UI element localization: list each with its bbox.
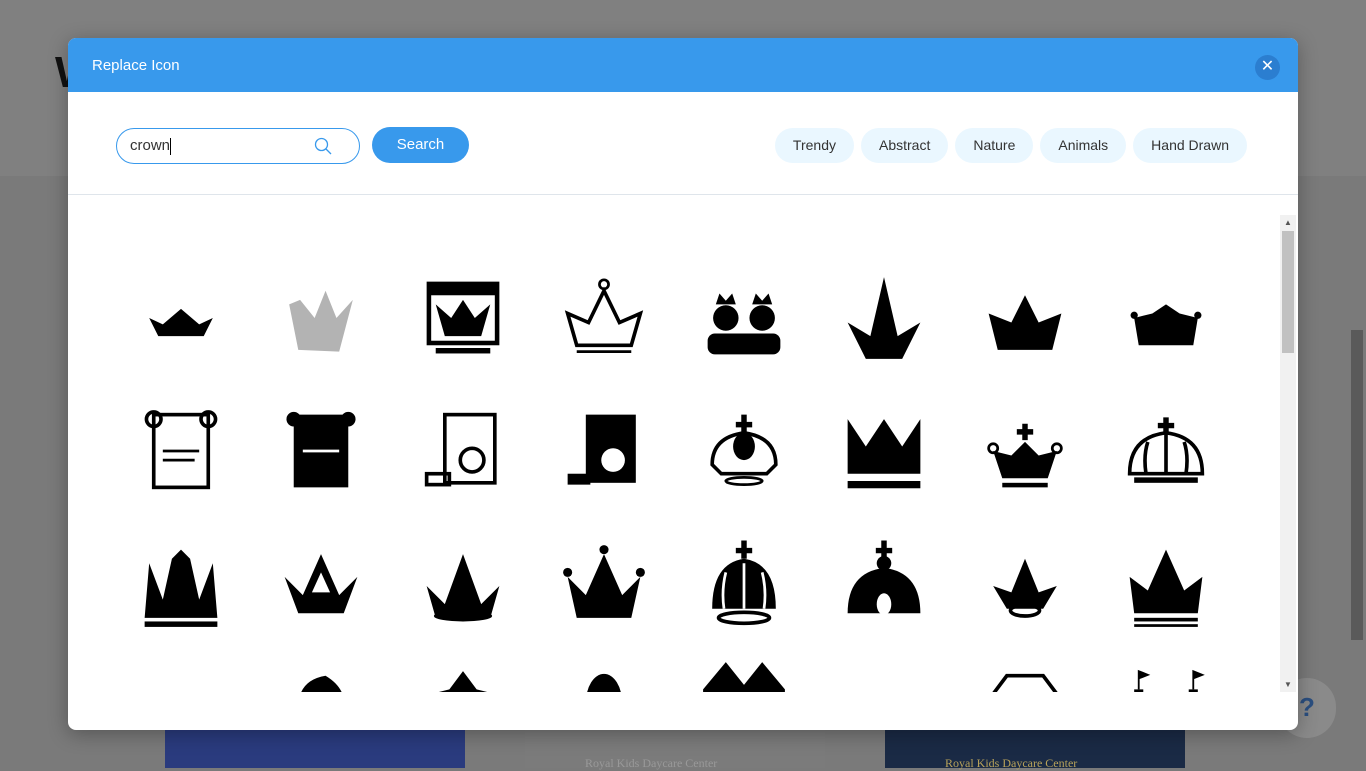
search-icon[interactable]	[314, 137, 332, 155]
page-scrollbar[interactable]	[1351, 330, 1363, 640]
icon-tile[interactable]	[126, 531, 236, 641]
replace-icon-dialog: Replace Icon ✕ crown Search Trendy Abstra…	[68, 38, 1298, 730]
certificate-outline-icon	[424, 412, 497, 487]
crown-flat-icon	[703, 662, 785, 692]
icon-tile[interactable]	[1111, 648, 1221, 692]
icon-tile[interactable]	[1111, 531, 1221, 641]
dialog-header: Replace Icon ✕	[68, 38, 1298, 92]
background-card: Royal Kids Daycare Center	[525, 728, 825, 770]
tag-trendy[interactable]: Trendy	[774, 128, 854, 163]
royal-crown-cross-icon	[710, 414, 778, 486]
crown-small-icon	[149, 308, 213, 337]
icon-grid	[68, 215, 1280, 692]
dialog-title: Replace Icon	[92, 57, 180, 74]
close-icon: ✕	[1260, 58, 1275, 75]
icon-tile[interactable]	[689, 531, 799, 641]
tag-animals[interactable]: Animals	[1040, 128, 1127, 163]
icon-tile[interactable]	[689, 263, 799, 373]
king-silhouette-icon	[587, 673, 621, 692]
crown-outline-icon	[564, 278, 644, 353]
icon-tile[interactable]	[829, 263, 939, 373]
icon-tile[interactable]	[549, 263, 659, 373]
queen-silhouette-icon	[301, 675, 342, 692]
icon-tile[interactable]	[829, 648, 939, 692]
icon-tile[interactable]	[970, 531, 1080, 641]
close-button[interactable]: ✕	[1255, 55, 1280, 80]
crown-curved-jewels-icon	[426, 554, 500, 622]
icon-tile[interactable]	[266, 648, 376, 692]
crown-spike-icon	[847, 277, 921, 359]
tiara-ring-icon	[993, 558, 1057, 618]
scrollbar-thumb[interactable]	[1282, 231, 1294, 353]
castle-icon	[1134, 669, 1205, 692]
king-queen-avatars-icon	[707, 293, 781, 355]
icon-tile[interactable]	[689, 648, 799, 692]
crown-tall-spikes-icon	[144, 549, 218, 627]
icon-tile[interactable]	[126, 396, 236, 506]
icon-tile[interactable]	[408, 263, 518, 373]
icon-tile[interactable]	[408, 531, 518, 641]
imperial-crown-filled-icon	[847, 540, 921, 616]
crown-jeweled-icon	[988, 295, 1062, 350]
tag-list: Trendy Abstract Nature Animals Hand Drawn	[774, 128, 1247, 163]
icon-tile[interactable]	[970, 263, 1080, 373]
icon-tile[interactable]	[829, 531, 939, 641]
pagoda-icon	[438, 671, 488, 692]
crown-cross-dots-icon	[987, 423, 1063, 488]
crown-five-points-icon	[563, 545, 645, 618]
search-input-value: crown	[130, 137, 171, 154]
crown-arch-outline-icon	[1127, 417, 1205, 483]
icon-tile[interactable]	[1111, 396, 1221, 506]
icon-tile[interactable]	[126, 648, 236, 692]
certificate-filled-icon	[567, 414, 636, 485]
search-bar: crown Search Trendy Abstract Nature Animals…	[68, 92, 1298, 195]
crown-gray-handdrawn-icon	[289, 290, 353, 352]
crown-ornate-icon	[1129, 549, 1203, 627]
icon-tile[interactable]	[408, 396, 518, 506]
crown-browser-window-icon	[426, 281, 500, 354]
crown-winged-icon	[284, 554, 358, 614]
icon-tile[interactable]	[1111, 263, 1221, 373]
icon-tile[interactable]	[126, 263, 236, 373]
tag-nature[interactable]: Nature	[955, 128, 1034, 163]
icon-tile[interactable]	[408, 648, 518, 692]
icon-tile[interactable]	[549, 531, 659, 641]
crown-thin-lines-icon	[834, 653, 934, 692]
icon-tile[interactable]	[266, 531, 376, 641]
icon-grid-scrollbar[interactable]: ▲ ▼	[1280, 215, 1296, 692]
imperial-crown-dotted-icon	[712, 540, 776, 626]
scroll-outline-icon	[144, 410, 218, 490]
crown-mini-icon	[131, 653, 231, 692]
background-card: Royal Kids Daycare Center	[885, 728, 1185, 770]
search-button[interactable]: Search	[372, 127, 469, 163]
scroll-filled-icon	[286, 411, 356, 488]
crown-tiara-icon	[1130, 304, 1202, 346]
diamond-icon	[992, 673, 1058, 692]
icon-tile[interactable]	[549, 396, 659, 506]
background-card	[165, 728, 465, 768]
icon-tile[interactable]	[970, 648, 1080, 692]
icon-tile[interactable]	[689, 396, 799, 506]
tag-abstract[interactable]: Abstract	[860, 128, 949, 163]
search-input[interactable]: crown	[116, 128, 360, 164]
icon-tile[interactable]	[266, 396, 376, 506]
icon-tile[interactable]	[829, 396, 939, 506]
tag-hand-drawn[interactable]: Hand Drawn	[1133, 128, 1247, 163]
icon-tile[interactable]	[549, 648, 659, 692]
icon-tile[interactable]	[970, 396, 1080, 506]
icon-tile[interactable]	[266, 263, 376, 373]
crown-block-icon	[847, 419, 921, 489]
